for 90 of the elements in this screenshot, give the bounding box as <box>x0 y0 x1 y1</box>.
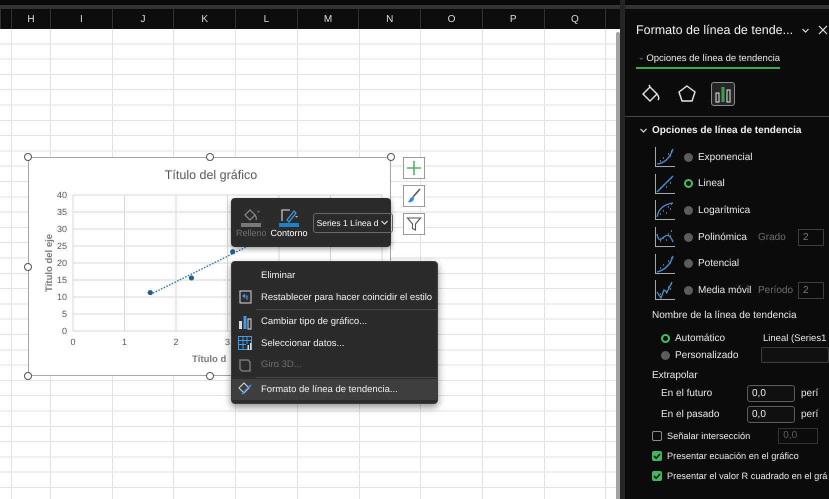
radio-button[interactable] <box>684 286 693 295</box>
radio-button[interactable] <box>684 232 693 242</box>
paint-bucket-icon <box>242 207 260 223</box>
radio-label[interactable]: Personalizado <box>675 350 761 361</box>
tick-label: 15 <box>56 275 67 285</box>
brush-icon <box>406 188 422 204</box>
cube-icon <box>237 356 253 373</box>
radio-label[interactable]: Polinómica <box>698 232 758 243</box>
axis-title[interactable]: Título del eje <box>44 234 55 292</box>
radio-label[interactable]: Media móvil <box>698 284 758 296</box>
trendline-type-icon <box>654 226 676 248</box>
radio-button[interactable] <box>684 206 693 215</box>
radio-button[interactable] <box>661 350 670 360</box>
field-label: Grado <box>758 232 787 243</box>
checkbox[interactable] <box>652 470 662 481</box>
radio-button[interactable] <box>661 334 670 343</box>
radio-button[interactable] <box>684 259 693 268</box>
tick-label: 35 <box>56 207 67 217</box>
trendline-type-icon <box>654 279 676 302</box>
radio-button[interactable] <box>684 152 693 162</box>
chart-title[interactable]: Título del gráfico <box>164 168 258 182</box>
filter-button[interactable] <box>403 213 425 235</box>
field-label: En el futuro <box>661 388 714 400</box>
table-icon <box>237 335 253 352</box>
unit-label: perí <box>801 408 818 420</box>
trendline-type-icon <box>654 146 676 168</box>
number-field[interactable]: 0,0 <box>747 406 795 423</box>
series-dropdown[interactable]: Series 1 Línea d <box>312 212 394 232</box>
checkbox-label[interactable]: Presentar el valor R cuadrado en el grá <box>667 470 828 481</box>
tick-label: 5 <box>62 309 67 319</box>
outline-button[interactable]: Contorno <box>270 205 309 240</box>
trendline-type-icon <box>654 252 676 275</box>
name-field[interactable] <box>760 347 829 364</box>
bar-chart-icon <box>237 314 253 330</box>
checkbox[interactable] <box>652 450 662 461</box>
close-icon <box>818 25 828 35</box>
chevron-icon <box>800 26 810 34</box>
tick-label: 2 <box>174 337 178 347</box>
add-element-button[interactable] <box>403 157 425 179</box>
data-point[interactable] <box>230 249 236 254</box>
tick-label: 3 <box>225 337 230 347</box>
radio-label[interactable]: Logarítmica <box>698 204 758 216</box>
section-tab[interactable]: Opciones de línea de tendencia <box>636 51 780 69</box>
format-brush-icon <box>237 381 253 398</box>
plus-icon <box>406 160 422 176</box>
tick-label: 25 <box>56 241 67 251</box>
trendline-name: Lineal (Series1 <box>763 332 826 344</box>
close-button[interactable] <box>817 23 829 37</box>
data-point[interactable] <box>148 290 153 296</box>
bar-chart-icon <box>713 84 733 104</box>
radio-label[interactable]: Exponencial <box>698 152 758 163</box>
trendline-type-icon <box>654 172 676 195</box>
tick-label: 0 <box>70 337 76 347</box>
tick-label: 40 <box>56 190 67 200</box>
tick-label: 10 <box>56 292 67 302</box>
check-icon <box>653 452 661 460</box>
radio-label[interactable]: Automático <box>675 332 763 344</box>
paint-bucket-icon <box>641 84 661 104</box>
tick-label: 1 <box>122 337 127 347</box>
group-label: Extrapolar <box>651 368 699 383</box>
chevron-icon <box>380 218 390 227</box>
tick-label: 30 <box>56 224 67 234</box>
scrollbar[interactable] <box>616 32 620 499</box>
checkbox-label[interactable]: Señalar intersección <box>667 430 750 441</box>
radio-label[interactable]: Lineal <box>698 178 758 190</box>
radio-label[interactable]: Potencial <box>698 258 758 270</box>
field-label: Período <box>758 284 794 296</box>
axis-title[interactable]: Título d <box>192 354 226 365</box>
field-label: En el pasado <box>661 408 720 420</box>
panel-title: Formato de línea de tende... <box>636 23 794 37</box>
filter-icon <box>406 216 422 232</box>
check-icon <box>653 472 661 480</box>
menu-item[interactable]: Formato de línea de tendencia... <box>232 378 437 400</box>
radio-button[interactable] <box>684 179 693 188</box>
pentagon-icon <box>677 84 697 104</box>
section-header[interactable]: Opciones de línea de tendencia <box>639 123 829 137</box>
group-label: Nombre de la línea de tendencia <box>651 308 798 323</box>
pen-icon <box>280 207 298 223</box>
tick-label: 0 <box>62 326 67 336</box>
data-point[interactable] <box>188 275 194 281</box>
checkbox[interactable] <box>652 430 662 441</box>
category-tab[interactable] <box>711 82 735 106</box>
reset-style-icon <box>237 289 253 306</box>
number-field[interactable]: 0,0 <box>747 385 795 402</box>
style-button[interactable] <box>403 185 425 207</box>
unit-label: perí <box>801 388 818 400</box>
trendline-type-icon <box>654 199 676 222</box>
checkbox-label[interactable]: Presentar ecuación en el gráfico <box>667 450 799 461</box>
chevron-down-icon <box>639 126 648 134</box>
tick-label: 20 <box>56 258 67 268</box>
